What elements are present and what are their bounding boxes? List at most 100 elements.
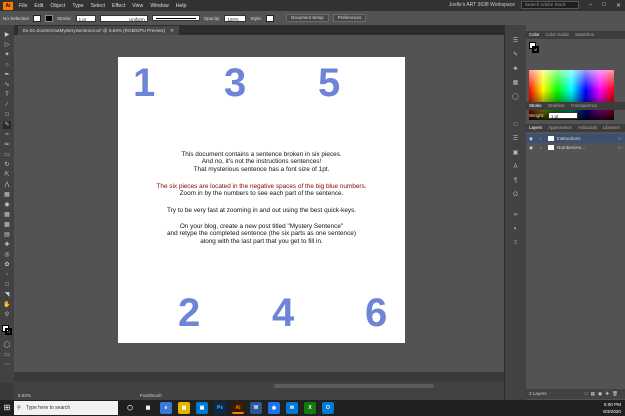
- menu-help[interactable]: Help: [176, 3, 187, 9]
- perspective-grid-icon[interactable]: ▦: [3, 211, 11, 219]
- pathfinder-icon[interactable]: ▣: [511, 149, 520, 158]
- layer-row[interactable]: ◉ › Instructions ○: [526, 134, 625, 143]
- type-tool-icon[interactable]: T: [3, 91, 11, 99]
- graphic-style-swatch[interactable]: [265, 14, 274, 22]
- pen-tool-icon[interactable]: ✒: [3, 71, 11, 79]
- color-stroke-swatch[interactable]: [532, 46, 539, 53]
- eraser-tool-icon[interactable]: ▭: [3, 151, 11, 159]
- target-icon[interactable]: ○: [618, 134, 621, 143]
- gradient-tool-icon[interactable]: ▤: [3, 231, 11, 239]
- chrome-icon[interactable]: ◉: [268, 402, 280, 414]
- graphic-styles-icon[interactable]: ▦: [511, 79, 520, 88]
- paragraph-icon[interactable]: ¶: [511, 177, 520, 186]
- preferences-button[interactable]: Preferences: [332, 14, 367, 22]
- zoom-tool-icon[interactable]: ⚲: [3, 311, 11, 319]
- menu-object[interactable]: Object: [50, 3, 65, 9]
- minimize-icon[interactable]: –: [589, 2, 592, 8]
- document-tab[interactable]: Ex-01-ZoomInOutMysterySentence.ai* @ 6.6…: [18, 26, 180, 35]
- file-explorer-icon[interactable]: ▤: [178, 402, 190, 414]
- image-trace-icon[interactable]: ◐: [511, 225, 520, 234]
- document-setup-button[interactable]: Document Setup: [285, 14, 329, 22]
- edit-toolbar-icon[interactable]: ⋯: [3, 361, 11, 369]
- align-icon[interactable]: ☰: [511, 135, 520, 144]
- tab-artboards[interactable]: Artboards: [578, 124, 597, 132]
- scale-tool-icon[interactable]: ⇱: [3, 171, 11, 179]
- maximize-icon[interactable]: □: [602, 2, 606, 8]
- store-icon[interactable]: ▣: [196, 402, 208, 414]
- excel-icon[interactable]: X: [304, 402, 316, 414]
- task-view-icon[interactable]: ◯: [124, 402, 136, 414]
- transform-icon[interactable]: □: [511, 121, 520, 130]
- rectangle-tool-icon[interactable]: □: [3, 111, 11, 119]
- workspace-switcher[interactable]: Joelle's ART 3638 Workspace: [449, 2, 515, 8]
- big-number-3[interactable]: 3: [224, 63, 246, 103]
- brush-definition-select[interactable]: [151, 15, 200, 21]
- menu-select[interactable]: Select: [91, 3, 105, 9]
- asset-export-icon[interactable]: ⇧: [511, 239, 520, 248]
- big-number-1[interactable]: 1: [133, 63, 155, 103]
- rotate-tool-icon[interactable]: ↻: [3, 161, 11, 169]
- brushes-icon[interactable]: ✎: [511, 51, 520, 60]
- eyedropper-icon[interactable]: ✚: [3, 241, 11, 249]
- links-icon[interactable]: ∞: [511, 211, 520, 220]
- menu-edit[interactable]: Edit: [34, 3, 43, 9]
- shape-builder-icon[interactable]: ◉: [3, 201, 11, 209]
- tab-color-guide[interactable]: Color Guide: [546, 31, 569, 39]
- task-switch-icon[interactable]: ▦: [142, 402, 154, 414]
- target-icon[interactable]: ○: [618, 143, 621, 152]
- opentype-icon[interactable]: O: [511, 191, 520, 200]
- windows-start-icon[interactable]: ⊞: [0, 400, 14, 416]
- photoshop-icon[interactable]: Ps: [214, 402, 226, 414]
- line-tool-icon[interactable]: ∕: [3, 101, 11, 109]
- lasso-icon[interactable]: ○: [3, 61, 11, 69]
- layer-actions-icon[interactable]: □▦▣✚🗑: [585, 389, 621, 399]
- opacity-field[interactable]: 100%: [224, 14, 247, 22]
- width-tool-icon[interactable]: ⋀: [3, 181, 11, 189]
- system-tray[interactable]: 5:00 PM 9/3/2020: [603, 401, 621, 415]
- layer-row[interactable]: ◉ › NumbersAn... ○: [526, 143, 625, 152]
- slice-tool-icon[interactable]: ◥: [3, 291, 11, 299]
- variable-width-profile-select[interactable]: Uniform: [99, 14, 148, 22]
- close-tab-icon[interactable]: ✕: [170, 28, 174, 33]
- selection-tool-icon[interactable]: ▶: [3, 31, 11, 39]
- fill-swatch[interactable]: [33, 14, 42, 22]
- menu-type[interactable]: Type: [72, 3, 83, 9]
- visibility-icon[interactable]: ◉: [529, 143, 533, 152]
- mail-icon[interactable]: ✉: [286, 402, 298, 414]
- properties-icon[interactable]: ☰: [511, 37, 520, 46]
- direct-selection-tool-icon[interactable]: ▷: [3, 41, 11, 49]
- shaper-tool-icon[interactable]: ≈: [3, 131, 11, 139]
- layer-name[interactable]: Instructions: [557, 134, 581, 143]
- appearance-icon[interactable]: ◯: [511, 93, 520, 102]
- instructions-paragraph-1[interactable]: This document contains a sentence broken…: [118, 151, 405, 173]
- artboard[interactable]: 1 3 5 This document contains a sentence …: [118, 57, 405, 343]
- screen-mode-icon[interactable]: ▭: [3, 351, 11, 359]
- illustrator-taskbar-icon[interactable]: Ai: [232, 402, 244, 414]
- visibility-icon[interactable]: ◉: [529, 134, 533, 143]
- big-number-4[interactable]: 4: [272, 293, 294, 333]
- tab-transparency[interactable]: Transparency: [571, 102, 598, 110]
- layer-name[interactable]: NumbersAn...: [557, 143, 585, 152]
- stroke-swatch[interactable]: [45, 14, 54, 22]
- tab-layers[interactable]: Layers: [529, 124, 542, 132]
- menu-file[interactable]: File: [19, 3, 27, 9]
- tab-appearance[interactable]: Appearance: [548, 124, 572, 132]
- paintbrush-tool-icon[interactable]: ✎: [3, 121, 11, 129]
- symbols-icon[interactable]: ♣: [511, 65, 520, 74]
- tab-color[interactable]: Color: [529, 31, 540, 39]
- menu-window[interactable]: Window: [150, 3, 168, 9]
- big-number-6[interactable]: 6: [365, 293, 387, 333]
- weight-field[interactable]: 1 pt: [548, 112, 578, 119]
- expand-icon[interactable]: ›: [540, 143, 542, 152]
- curvature-tool-icon[interactable]: ∿: [3, 81, 11, 89]
- tab-libraries[interactable]: Libraries: [603, 124, 620, 132]
- zoom-level[interactable]: 6.63%: [18, 391, 31, 400]
- instructions-paragraph-4[interactable]: On your blog, create a new post titled "…: [118, 223, 405, 245]
- outlook-icon[interactable]: O: [322, 402, 334, 414]
- artboard-tool-icon[interactable]: □: [3, 281, 11, 289]
- tab-swatches[interactable]: Swatches: [575, 31, 594, 39]
- column-graph-icon[interactable]: ▫: [3, 271, 11, 279]
- mesh-tool-icon[interactable]: ▩: [3, 221, 11, 229]
- menu-view[interactable]: View: [132, 3, 143, 9]
- symbol-sprayer-icon[interactable]: ✿: [3, 261, 11, 269]
